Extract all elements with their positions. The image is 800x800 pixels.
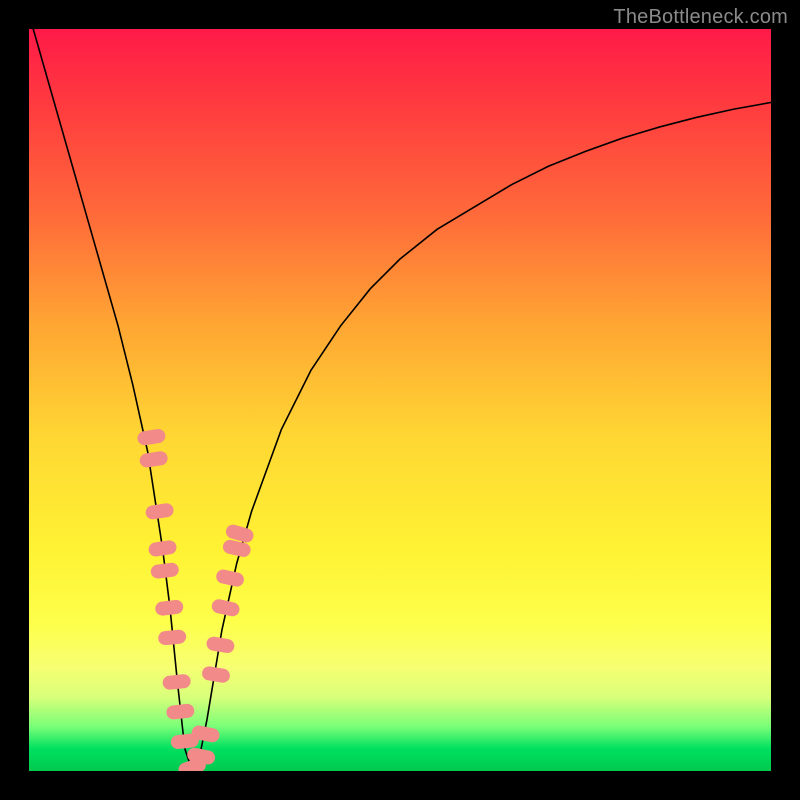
data-marker	[162, 674, 191, 691]
data-marker	[158, 629, 187, 646]
data-marker	[145, 502, 175, 520]
data-marker	[205, 636, 235, 654]
bottleneck-curve	[29, 29, 771, 771]
data-marker	[166, 703, 195, 720]
chart-plot-area	[29, 29, 771, 771]
curve-path	[29, 29, 771, 771]
marker-group	[137, 428, 256, 771]
data-marker	[150, 562, 180, 579]
watermark-text: TheBottleneck.com	[613, 6, 788, 29]
data-marker	[201, 665, 231, 683]
data-marker	[154, 599, 184, 616]
data-marker	[139, 450, 169, 468]
chart-frame: TheBottleneck.com	[0, 0, 800, 800]
data-marker	[148, 539, 178, 557]
data-marker	[210, 598, 240, 618]
chart-svg	[29, 29, 771, 771]
data-marker	[137, 428, 167, 446]
data-marker	[215, 568, 245, 588]
